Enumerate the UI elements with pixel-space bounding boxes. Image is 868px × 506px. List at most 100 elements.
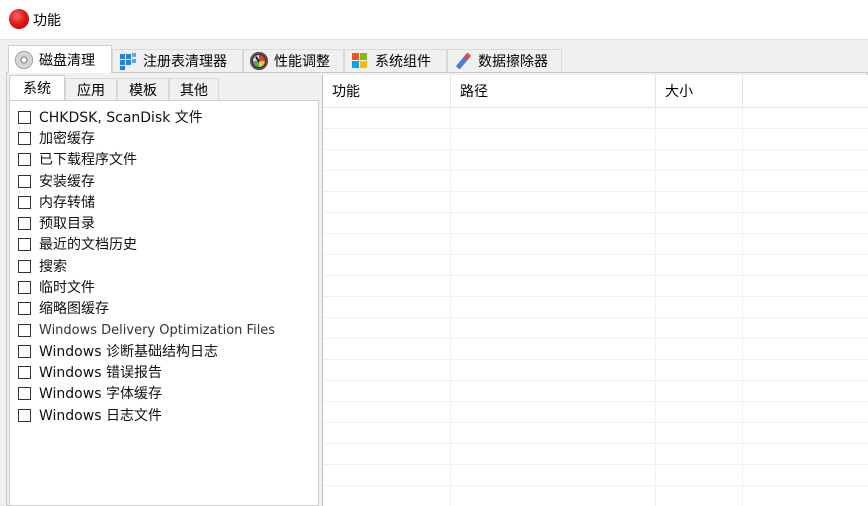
item-label: 最近的文档历史 [39, 237, 137, 253]
grid-row-line [323, 422, 868, 423]
tab-disk-cleanup[interactable]: 磁盘清理 [8, 45, 112, 73]
grid-row-line [323, 464, 868, 465]
app-icon [9, 9, 29, 29]
item-label: 内存转储 [39, 195, 95, 211]
checkbox[interactable] [18, 408, 31, 422]
checkbox[interactable] [18, 365, 31, 379]
grid-row-line [323, 317, 868, 318]
results-grid[interactable]: 功能 路径 大小 [322, 75, 868, 506]
subtab-apps[interactable]: 应用 [65, 78, 117, 100]
list-item[interactable]: 已下载程序文件 [18, 149, 137, 169]
tab-label: 数据擦除器 [478, 54, 548, 70]
column-header-function[interactable]: 功能 [323, 75, 451, 107]
grid-row-line [323, 149, 868, 150]
list-item[interactable]: Windows 字体缓存 [18, 383, 162, 403]
checkbox[interactable] [18, 386, 31, 400]
tab-system-components[interactable]: 系统组件 [344, 49, 447, 72]
subtab-label: 系统 [23, 81, 51, 97]
item-label: 预取目录 [39, 216, 95, 232]
item-label: Windows 错误报告 [39, 365, 162, 381]
list-item[interactable]: CHKDSK, ScanDisk 文件 [18, 107, 203, 127]
item-label: Windows Delivery Optimization Files [39, 322, 276, 338]
windows-icon [351, 52, 369, 70]
checkbox[interactable] [18, 237, 31, 251]
tab-data-eraser[interactable]: 数据擦除器 [447, 49, 562, 72]
list-item[interactable]: 加密缓存 [18, 128, 95, 148]
grid-row-line [323, 443, 868, 444]
grid-row-line [323, 338, 868, 339]
item-label: 临时文件 [39, 280, 95, 296]
grid-column-line [742, 107, 743, 506]
grid-row-line [323, 359, 868, 360]
checkbox[interactable] [18, 110, 31, 124]
checkbox[interactable] [18, 216, 31, 230]
grid-row-line [323, 401, 868, 402]
list-item[interactable]: 内存转储 [18, 192, 95, 212]
list-item[interactable]: 预取目录 [18, 213, 95, 233]
item-label: Windows 日志文件 [39, 408, 162, 424]
grid-row-line [323, 485, 868, 486]
column-header-path[interactable]: 路径 [451, 75, 656, 107]
title-bar: 功能 [0, 0, 868, 40]
tab-label: 磁盘清理 [39, 52, 95, 69]
checkbox[interactable] [18, 259, 31, 273]
subtab-label: 模板 [129, 82, 157, 99]
main-tab-bar: 磁盘清理 注册表清理器 性能调整 系统组件 数据擦除器 [0, 40, 868, 73]
gauge-icon [250, 52, 268, 70]
tab-label: 注册表清理器 [143, 54, 227, 70]
grid-row-line [323, 128, 868, 129]
item-label: Windows 诊断基础结构日志 [39, 344, 218, 360]
eraser-icon [454, 52, 472, 70]
list-item[interactable]: Windows Delivery Optimization Files [18, 320, 275, 340]
list-item[interactable]: Windows 错误报告 [18, 362, 162, 382]
grid-row-line [323, 254, 868, 255]
grid-row-line [323, 380, 868, 381]
item-label: 搜索 [39, 259, 67, 275]
grid-row-line [323, 233, 868, 234]
checkbox[interactable] [18, 344, 31, 358]
disk-icon [15, 50, 33, 69]
list-item[interactable]: 搜索 [18, 256, 67, 276]
grid-row-line [323, 191, 868, 192]
subtab-label: 应用 [77, 82, 105, 99]
item-label: Windows 字体缓存 [39, 386, 162, 402]
subtab-templates[interactable]: 模板 [117, 78, 169, 100]
grid-column-line [450, 107, 451, 506]
grid-header: 功能 路径 大小 [323, 75, 868, 108]
subtab-other[interactable]: 其他 [169, 78, 219, 100]
grid-row-line [323, 296, 868, 297]
tab-performance-tuning[interactable]: 性能调整 [243, 49, 344, 72]
grid-column-line [655, 107, 656, 506]
checkbox[interactable] [18, 301, 31, 315]
grid-row-line [323, 275, 868, 276]
grid-row-line [323, 212, 868, 213]
checkbox[interactable] [18, 152, 31, 166]
column-header-size[interactable]: 大小 [656, 75, 743, 107]
tab-label: 系统组件 [375, 54, 431, 70]
item-label: 已下载程序文件 [39, 152, 137, 168]
list-item[interactable]: 最近的文档历史 [18, 234, 137, 254]
cleanup-items-list: CHKDSK, ScanDisk 文件 加密缓存 已下载程序文件 安装缓存 内存… [9, 100, 319, 506]
category-tab-bar: 系统 应用 模板 其他 [9, 75, 319, 100]
list-item[interactable]: Windows 日志文件 [18, 405, 162, 425]
checkbox[interactable] [18, 323, 31, 337]
item-label: 加密缓存 [39, 131, 95, 147]
grid-row-line [323, 170, 868, 171]
subtab-label: 其他 [180, 82, 208, 99]
item-label: 安装缓存 [39, 174, 95, 190]
checkbox[interactable] [18, 280, 31, 294]
window-title: 功能 [33, 13, 61, 29]
tab-registry-cleaner[interactable]: 注册表清理器 [112, 49, 243, 72]
checkbox[interactable] [18, 131, 31, 145]
list-item[interactable]: 安装缓存 [18, 171, 95, 191]
list-item[interactable]: 临时文件 [18, 277, 95, 297]
list-item[interactable]: 缩略图缓存 [18, 298, 109, 318]
registry-icon [119, 52, 137, 70]
item-label: CHKDSK, ScanDisk 文件 [39, 110, 203, 126]
item-label: 缩略图缓存 [39, 301, 109, 317]
list-item[interactable]: Windows 诊断基础结构日志 [18, 341, 218, 361]
tab-label: 性能调整 [274, 54, 330, 70]
subtab-system[interactable]: 系统 [9, 75, 65, 100]
checkbox[interactable] [18, 195, 31, 209]
checkbox[interactable] [18, 174, 31, 188]
